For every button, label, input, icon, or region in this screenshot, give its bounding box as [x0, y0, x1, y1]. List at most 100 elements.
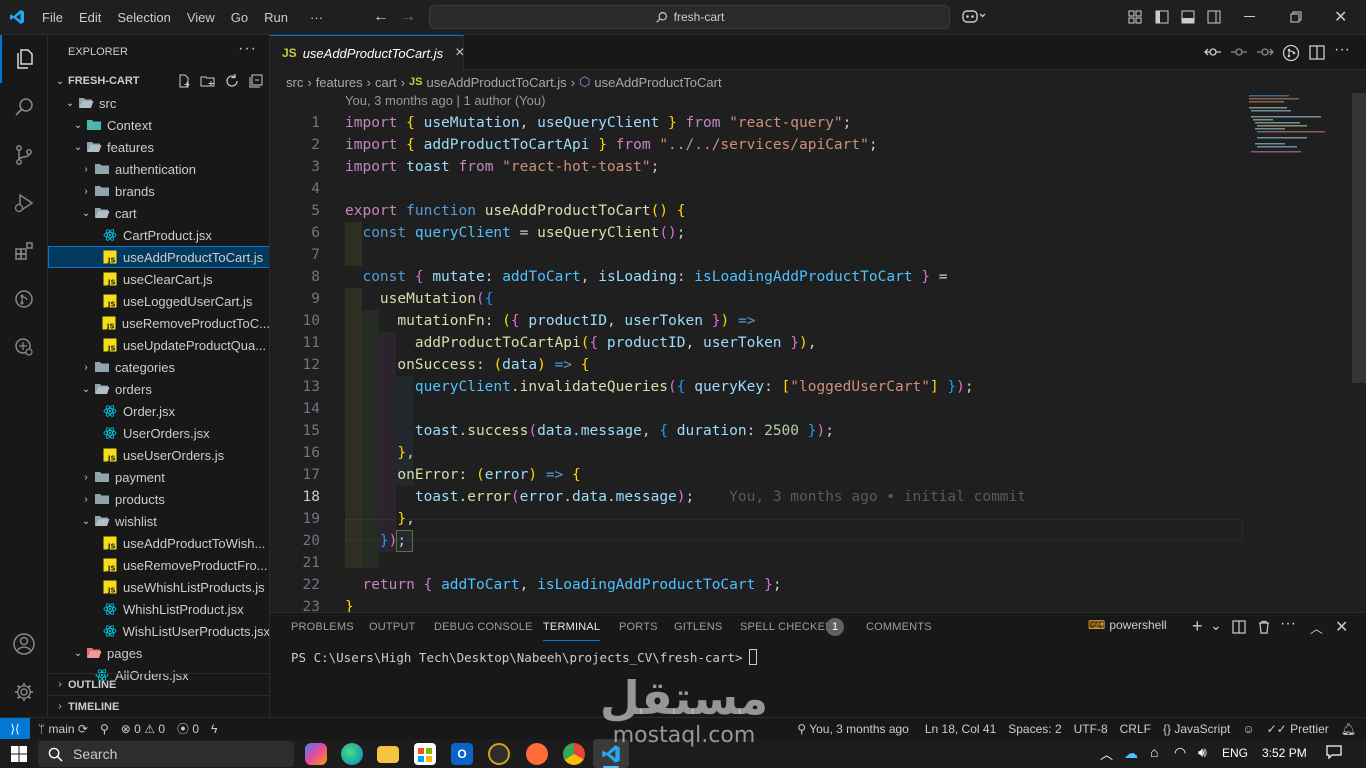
tray-chevron-up-icon[interactable]: ︿: [1100, 744, 1113, 763]
tree-item[interactable]: WishListUserProducts.jsx: [48, 620, 269, 642]
tree-item[interactable]: CartProduct.jsx: [48, 224, 269, 246]
new-terminal-icon[interactable]: +: [1192, 616, 1203, 637]
collapse-all-icon[interactable]: [248, 73, 264, 92]
code-line[interactable]: 21: [270, 552, 1245, 574]
split-terminal-icon[interactable]: [1232, 620, 1246, 637]
tree-item[interactable]: › payment: [48, 466, 269, 488]
tree-item[interactable]: › authentication: [48, 158, 269, 180]
terminal-shell-selector[interactable]: ⌨ powershell: [1088, 618, 1167, 632]
menu-go[interactable]: Go: [223, 0, 256, 35]
code-editor[interactable]: 1 import { useMutation, useQueryClient } …: [270, 112, 1245, 612]
code-line[interactable]: 23}: [270, 596, 1245, 612]
tree-item[interactable]: JS useRemoveProductToC...: [48, 312, 269, 334]
gitlens-inspect-icon[interactable]: [1282, 44, 1300, 65]
panel-tab-ports[interactable]: PORTS: [619, 613, 658, 641]
breadcrumb-src[interactable]: src: [286, 75, 303, 90]
postman-icon[interactable]: [526, 743, 548, 765]
cursor-position[interactable]: Ln 18, Col 41: [915, 722, 1002, 736]
tree-item[interactable]: JS useClearCart.js: [48, 268, 269, 290]
explorer-icon[interactable]: [0, 35, 48, 83]
code-line[interactable]: 11 addProductToCartApi({ productID, user…: [270, 332, 1245, 354]
file-explorer-icon[interactable]: [377, 746, 399, 763]
tree-item[interactable]: JS useUserOrders.js: [48, 444, 269, 466]
tree-item[interactable]: ⌄ Context: [48, 114, 269, 136]
clock[interactable]: 3:52 PM: [1262, 746, 1307, 760]
chevron-down-icon[interactable]: ⌄: [1210, 617, 1222, 634]
panel-tab-gitlens[interactable]: GITLENS: [674, 613, 722, 641]
tree-item[interactable]: › products: [48, 488, 269, 510]
ports-status[interactable]: ⦿ 0: [171, 720, 205, 737]
language-mode[interactable]: {} JavaScript: [1157, 722, 1236, 736]
code-line[interactable]: 15 toast.success(data.message, { duratio…: [270, 420, 1245, 442]
more-actions-icon[interactable]: ···: [1334, 41, 1350, 59]
breadcrumb-symbol[interactable]: useAddProductToCart: [594, 75, 721, 90]
tree-item[interactable]: WhishListProduct.jsx: [48, 598, 269, 620]
tree-item[interactable]: JS useAddProductToWish...: [48, 532, 269, 554]
copilot-app-icon[interactable]: [305, 743, 327, 765]
panel-tab-terminal[interactable]: TERMINAL: [543, 613, 601, 641]
tree-item[interactable]: ⌄ src: [48, 92, 269, 114]
outline-section[interactable]: › OUTLINE: [48, 673, 269, 695]
open-changes-icon[interactable]: [1204, 44, 1222, 63]
menu-edit[interactable]: Edit: [71, 0, 109, 35]
code-line[interactable]: 3 import toast from "react-hot-toast";: [270, 156, 1245, 178]
code-line[interactable]: 9 useMutation({: [270, 288, 1245, 310]
wifi-icon[interactable]: ◠: [1174, 744, 1186, 761]
minimap[interactable]: [1247, 93, 1352, 612]
code-line[interactable]: 13 queryClient.invalidateQueries({ query…: [270, 376, 1245, 398]
network-icon[interactable]: ⌂: [1150, 744, 1158, 760]
tree-item[interactable]: JS useAddProductToCart.js: [48, 246, 269, 268]
forward-arrow-icon[interactable]: →: [400, 8, 416, 26]
taskbar-search[interactable]: Search: [38, 741, 294, 767]
breadcrumb-features[interactable]: features: [316, 75, 363, 90]
gitlens-icon[interactable]: [0, 275, 48, 323]
code-line[interactable]: 18 toast.error(error.data.message); You,…: [270, 486, 1245, 508]
code-line[interactable]: 8 const { mutate: addToCart, isLoading: …: [270, 266, 1245, 288]
settings-gear-icon[interactable]: [0, 668, 48, 716]
source-control-icon[interactable]: [0, 131, 48, 179]
close-window-icon[interactable]: ✕: [1334, 7, 1347, 27]
notification-center-icon[interactable]: [1326, 744, 1342, 763]
code-line[interactable]: 7: [270, 244, 1245, 266]
tree-item[interactable]: JS useWhishListProducts.js: [48, 576, 269, 598]
editor-tab[interactable]: JS useAddProductToCart.js ×: [270, 35, 464, 70]
blame-status[interactable]: ⚲ You, 3 months ago: [791, 722, 915, 736]
tree-item[interactable]: › brands: [48, 180, 269, 202]
close-icon[interactable]: ×: [455, 44, 464, 62]
panel-tab-spell-checker[interactable]: SPELL CHECKER: [740, 613, 833, 641]
next-revision-icon[interactable]: [1256, 44, 1274, 63]
notifications-bell-icon[interactable]: 🔔︎: [1335, 722, 1366, 736]
code-line[interactable]: 16 },: [270, 442, 1245, 464]
tree-item[interactable]: ⌄ orders: [48, 378, 269, 400]
remote-explorer-icon[interactable]: [0, 323, 48, 371]
bolt-icon[interactable]: ϟ: [205, 722, 223, 736]
vscode-taskbar-icon[interactable]: [593, 739, 629, 768]
panel-tab-debug-console[interactable]: DEBUG CONSOLE: [434, 613, 533, 641]
edge-browser-icon[interactable]: [341, 743, 363, 765]
toggle-panel-icon[interactable]: [1181, 10, 1195, 27]
chrome-icon[interactable]: [563, 743, 585, 765]
code-line[interactable]: 6 const queryClient = useQueryClient();: [270, 222, 1245, 244]
windows-start-icon[interactable]: [11, 746, 27, 765]
code-line[interactable]: 20 });: [270, 530, 1245, 552]
remote-indicator[interactable]: ⟩⟨: [0, 717, 30, 740]
panel-tab-output[interactable]: OUTPUT: [369, 613, 415, 641]
tree-item[interactable]: UserOrders.jsx: [48, 422, 269, 444]
outlook-icon[interactable]: O: [451, 743, 473, 765]
search-icon[interactable]: [0, 83, 48, 131]
copilot-icon[interactable]: [962, 8, 986, 27]
code-line[interactable]: 1 import { useMutation, useQueryClient } …: [270, 112, 1245, 134]
codelens-authorship[interactable]: You, 3 months ago | 1 author (You): [345, 93, 545, 108]
vertical-scrollbar[interactable]: [1352, 93, 1366, 383]
menu-file[interactable]: File: [34, 0, 71, 35]
command-center-search[interactable]: fresh-cart: [429, 5, 950, 29]
minimize-window-icon[interactable]: [1244, 16, 1255, 17]
more-actions-icon[interactable]: ···: [1280, 615, 1296, 633]
new-folder-icon[interactable]: [200, 73, 216, 92]
menu-selection[interactable]: Selection: [109, 0, 178, 35]
tree-item[interactable]: Order.jsx: [48, 400, 269, 422]
refresh-icon[interactable]: [224, 73, 240, 92]
input-language[interactable]: ENG: [1222, 746, 1248, 760]
explorer-more-icon[interactable]: ···: [238, 40, 257, 58]
code-line[interactable]: 2 import { addProductToCartApi } from "..…: [270, 134, 1245, 156]
